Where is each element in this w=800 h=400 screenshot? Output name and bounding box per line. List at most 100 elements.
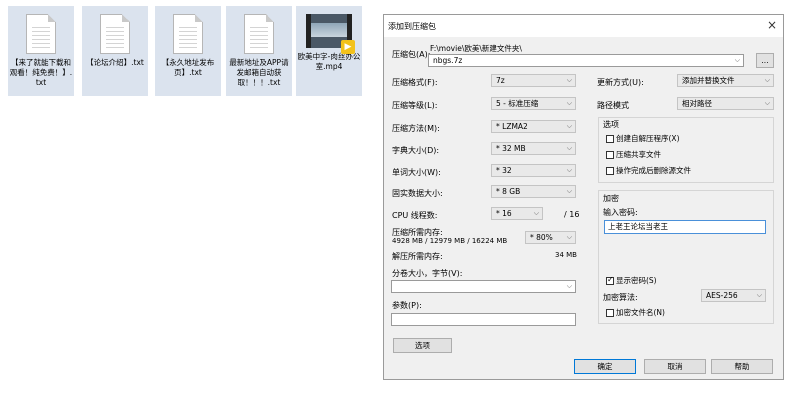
pathmode-select[interactable]: 相对路径 ⌵ [677,97,774,110]
word-value: * 32 [496,166,512,175]
cpu-total: / 16 [564,210,580,219]
checkbox-icon [606,134,614,143]
archive-name-combo[interactable]: nbgs.7z ⌵ [428,54,744,67]
update-label: 更新方式(U): [597,78,644,87]
method-select[interactable]: * LZMA2 ⌵ [491,120,576,133]
params-label: 参数(P): [392,301,422,310]
cpu-select[interactable]: * 16 ⌵ [491,207,543,220]
method-value: * LZMA2 [496,122,528,131]
params-input[interactable] [391,313,576,326]
cpu-value: * 16 [496,209,512,218]
mem-percent-select[interactable]: * 80% ⌵ [525,231,576,244]
options-button[interactable]: 选项 [393,338,452,353]
format-select[interactable]: 7z ⌵ [491,74,576,87]
archive-label: 压缩包(A): [392,50,431,59]
checkbox-icon [606,150,614,159]
chevron-down-icon: ⌵ [566,282,572,290]
help-button[interactable]: 帮助 [711,359,773,374]
dict-select[interactable]: * 32 MB ⌵ [491,142,576,155]
archive-name: nbgs.7z [433,56,463,65]
video-file-icon: ▶ [306,14,355,54]
chevron-down-icon: ⌵ [756,291,762,299]
split-label: 分卷大小，字节(V): [392,269,463,278]
text-file-icon [100,14,130,54]
file-name: 【来了就能下载和观看！纯免费！】.txt [9,58,73,87]
play-badge-icon: ▶ [341,40,355,54]
chevron-down-icon: ⌵ [764,76,770,84]
solid-label: 固实数据大小: [392,189,443,198]
sfx-checkbox[interactable]: 创建自解压程序(X) [606,133,680,144]
chevron-down-icon: ⌵ [566,144,572,152]
checkbox-checked-icon [606,275,614,285]
password-input[interactable]: 上老王论坛当老王 [604,220,766,234]
update-select[interactable]: 添加并替换文件 ⌵ [677,74,774,87]
shared-checkbox[interactable]: 压缩共享文件 [606,149,661,160]
file-name: 最新地址及APP请发邮箱自动获取！！！.txt [229,58,289,87]
word-select[interactable]: * 32 ⌵ [491,164,576,177]
encrypt-group-title: 加密 [603,194,619,203]
sfx-label: 创建自解压程序(X) [616,134,680,143]
chevron-down-icon: ⌵ [734,56,740,64]
encrypt-names-label: 加密文件名(N) [616,308,665,317]
dialog-titlebar: 添加到压缩包 × [384,15,783,37]
chevron-down-icon: ⌵ [533,209,539,217]
solid-value: * 8 GB [496,187,521,196]
level-label: 压缩等级(L): [392,101,438,110]
desktop-file-4[interactable]: 最新地址及APP请发邮箱自动获取！！！.txt [226,6,292,96]
pathmode-label: 路径模式 [597,101,629,110]
ok-button[interactable]: 确定 [574,359,636,374]
format-value: 7z [496,76,505,85]
close-icon[interactable]: × [767,18,777,32]
encrypt-method-label: 加密算法: [603,293,638,302]
desktop-file-3[interactable]: 【永久地址发布页】.txt [155,6,221,96]
chevron-down-icon: ⌵ [566,166,572,174]
level-value: 5 - 标准压缩 [496,99,539,108]
pathmode-value: 相对路径 [682,99,712,108]
word-label: 单词大小(W): [392,168,441,177]
level-select[interactable]: 5 - 标准压缩 ⌵ [491,97,576,110]
file-name: 欧美中字-肉丝办公室.mp4 [297,52,361,71]
mem-decomp-label: 解压所需内存: [392,252,443,261]
chevron-down-icon: ⌵ [566,233,572,241]
mem-percent-value: * 80% [530,233,553,242]
options-group-title: 选项 [603,120,619,129]
text-file-icon [26,14,56,54]
cancel-button[interactable]: 取消 [644,359,706,374]
mem-decomp-value: 34 MB [555,251,577,259]
encrypt-names-checkbox[interactable]: 加密文件名(N) [606,307,665,318]
desktop-file-2[interactable]: 【论坛介绍】.txt [82,6,148,96]
method-label: 压缩方法(M): [392,124,440,133]
desktop-file-1[interactable]: 【来了就能下载和观看！纯免费！】.txt [8,6,74,96]
chevron-down-icon: ⌵ [566,122,572,130]
show-password-label: 显示密码(S) [616,276,657,285]
chevron-down-icon: ⌵ [566,187,572,195]
chevron-down-icon: ⌵ [566,76,572,84]
update-value: 添加并替换文件 [682,76,735,85]
dict-label: 字典大小(D): [392,146,440,155]
solid-select[interactable]: * 8 GB ⌵ [491,185,576,198]
delete-label: 操作完成后删除源文件 [616,166,691,175]
chevron-down-icon: ⌵ [566,99,572,107]
show-password-checkbox[interactable]: 显示密码(S) [606,275,657,286]
format-label: 压缩格式(F): [392,78,438,87]
password-label: 输入密码: [603,208,638,217]
file-name: 【论坛介绍】.txt [86,58,144,67]
add-to-archive-dialog: 添加到压缩包 × 压缩包(A): F:\movie\欧美\新建文件夹\ nbgs… [383,14,784,380]
split-combo[interactable]: ⌵ [391,280,576,293]
checkbox-icon [606,308,614,317]
encrypt-method-value: AES-256 [706,291,738,300]
dict-value: * 32 MB [496,144,526,153]
shared-label: 压缩共享文件 [616,150,661,159]
checkbox-icon [606,166,614,175]
text-file-icon [244,14,274,54]
text-file-icon [173,14,203,54]
mem-comp-value: 4928 MB / 12979 MB / 16224 MB [392,237,508,245]
dialog-title: 添加到压缩包 [388,22,436,31]
file-name: 【永久地址发布页】.txt [161,58,215,77]
encrypt-method-select[interactable]: AES-256 ⌵ [701,289,766,302]
chevron-down-icon: ⌵ [764,99,770,107]
browse-button[interactable]: ... [756,53,774,68]
delete-checkbox[interactable]: 操作完成后删除源文件 [606,165,691,176]
desktop-file-5[interactable]: ▶ 欧美中字-肉丝办公室.mp4 [296,6,362,96]
cpu-label: CPU 线程数: [392,211,438,220]
